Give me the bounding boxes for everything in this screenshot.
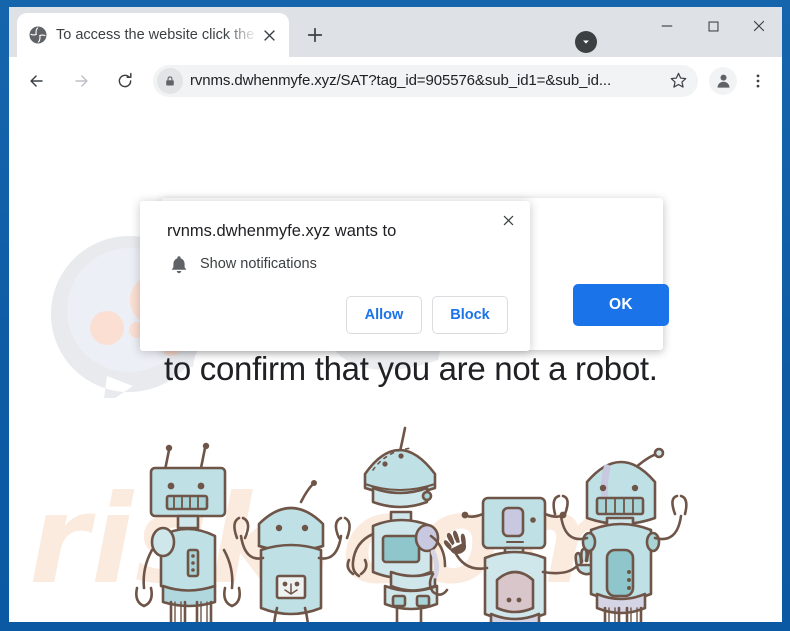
reload-button[interactable] bbox=[108, 64, 142, 98]
lock-icon[interactable] bbox=[157, 67, 183, 94]
maximize-button[interactable] bbox=[690, 7, 736, 45]
globe-icon bbox=[29, 26, 47, 44]
ok-button[interactable]: OK bbox=[573, 284, 669, 326]
url-text[interactable]: rvnms.dwhenmyfe.xyz/SAT?tag_id=905576&su… bbox=[190, 73, 664, 88]
block-button[interactable]: Block bbox=[432, 296, 508, 334]
chevron-down-circle-icon[interactable] bbox=[575, 31, 597, 53]
five-cartoon-robots-illustration bbox=[135, 426, 688, 622]
minimize-button[interactable] bbox=[644, 7, 690, 45]
tab-title: To access the website click the "A bbox=[56, 27, 257, 43]
tab-strip: To access the website click the "A bbox=[9, 7, 782, 57]
permission-label: Show notifications bbox=[200, 256, 317, 272]
page-title: to confirm that you are not a robot. bbox=[164, 350, 658, 387]
close-window-button[interactable] bbox=[736, 7, 782, 45]
three-dot-menu-icon[interactable] bbox=[744, 67, 772, 95]
browser-window-frame: To access the website click the "A rvnms… bbox=[0, 0, 790, 631]
browser-toolbar: rvnms.dwhenmyfe.xyz/SAT?tag_id=905576&su… bbox=[9, 57, 782, 104]
profile-avatar-icon[interactable] bbox=[709, 66, 737, 95]
browser-window: To access the website click the "A rvnms… bbox=[9, 7, 782, 622]
close-icon[interactable] bbox=[495, 207, 521, 233]
new-tab-button[interactable] bbox=[301, 21, 329, 49]
dialog-title: rvnms.dwhenmyfe.xyz wants to bbox=[167, 222, 397, 240]
star-icon[interactable] bbox=[664, 67, 692, 95]
window-controls bbox=[644, 7, 782, 57]
forward-button[interactable] bbox=[64, 64, 98, 98]
tab-close-button[interactable] bbox=[257, 23, 281, 47]
bell-icon bbox=[171, 256, 187, 274]
back-button[interactable] bbox=[20, 64, 54, 98]
address-bar[interactable]: rvnms.dwhenmyfe.xyz/SAT?tag_id=905576&su… bbox=[153, 64, 698, 97]
page-content: PC risk.com to confirm that you are not … bbox=[9, 104, 782, 622]
browser-tab[interactable]: To access the website click the "A bbox=[17, 13, 289, 57]
allow-button[interactable]: Allow bbox=[346, 296, 422, 334]
notification-permission-dialog: rvnms.dwhenmyfe.xyz wants to Show notifi… bbox=[140, 201, 530, 351]
